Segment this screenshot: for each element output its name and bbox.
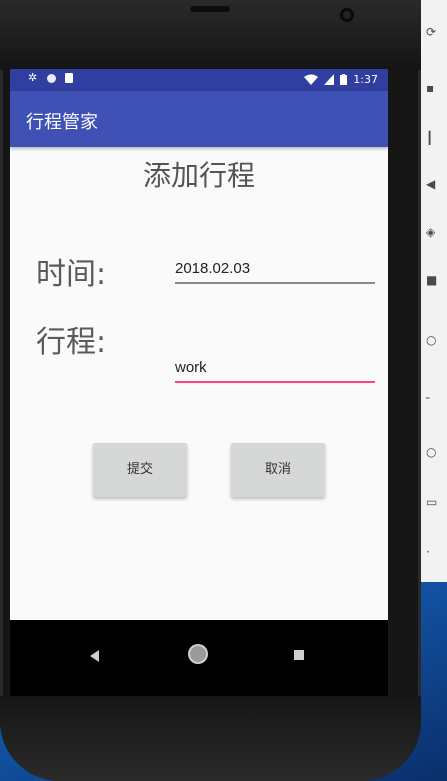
back-arrow-icon[interactable]: ◀ xyxy=(426,178,438,190)
app-bar: 行程管家 xyxy=(10,91,388,147)
trip-field-underline xyxy=(175,381,375,383)
recents-icon[interactable] xyxy=(294,650,304,660)
wifi-icon xyxy=(304,74,319,85)
submit-button[interactable]: 提交 xyxy=(93,443,187,497)
status-time: 1:37 xyxy=(353,73,378,86)
signal-icon xyxy=(324,74,335,85)
trip-field[interactable]: work xyxy=(175,353,375,383)
run-icon[interactable]: ▪ xyxy=(426,82,438,94)
speaker-grille xyxy=(190,6,230,12)
refresh-icon[interactable]: ⟳ xyxy=(426,26,438,38)
trip-label: 行程: xyxy=(36,325,107,360)
settings-icon: ✲ xyxy=(28,71,38,84)
back-icon[interactable] xyxy=(90,650,99,662)
phone-top-bezel xyxy=(0,0,421,70)
home-icon[interactable] xyxy=(190,646,206,662)
phone-bottom-bezel xyxy=(0,696,421,781)
home-tool-icon[interactable]: ○ xyxy=(426,334,438,346)
navigation-bar xyxy=(10,620,388,696)
page-title: 添加行程 xyxy=(142,159,255,192)
debug-icon[interactable]: ┃ xyxy=(426,132,438,144)
time-field-underline xyxy=(175,282,375,284)
trip-value: work xyxy=(175,359,207,376)
circle-icon xyxy=(47,73,56,83)
volume-icon[interactable]: ╴ xyxy=(426,392,438,404)
cancel-button[interactable]: 取消 xyxy=(231,443,325,497)
stop-icon[interactable]: ■ xyxy=(426,274,438,286)
status-bar: ✲ 1:37 xyxy=(10,69,388,91)
battery-icon xyxy=(340,74,348,85)
sim-icon xyxy=(65,73,73,83)
time-field[interactable]: 2018.02.03 xyxy=(175,254,375,284)
phone-frame: ✲ 1:37 行程管家 添加行程 时间: 2018.02.03 行程: work xyxy=(0,0,421,781)
camera-tool-icon[interactable]: ○ xyxy=(426,446,438,458)
time-label: 时间: xyxy=(36,257,107,292)
front-camera xyxy=(340,8,354,22)
more-icon[interactable]: · xyxy=(426,546,438,558)
time-value: 2018.02.03 xyxy=(175,260,251,277)
app-title: 行程管家 xyxy=(26,112,98,133)
screenshot-icon[interactable]: ▭ xyxy=(426,496,438,508)
rotate-icon[interactable]: ◈ xyxy=(426,226,438,238)
app-screen: ✲ 1:37 行程管家 添加行程 时间: 2018.02.03 行程: work xyxy=(10,69,388,696)
